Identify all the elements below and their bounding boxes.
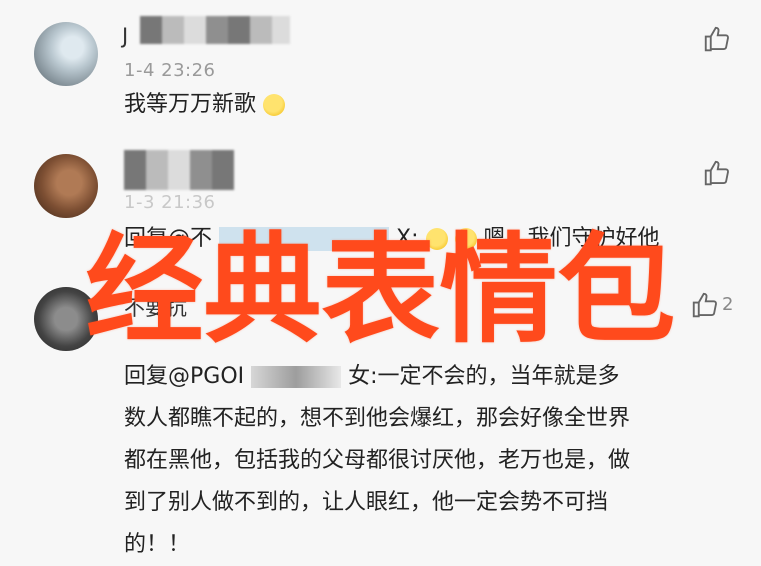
overlay-title: 经典表情包	[85, 221, 676, 359]
blurred-username	[140, 16, 290, 44]
username[interactable]: J	[122, 24, 128, 48]
comment-line: 都在黑他，包括我的父母都很讨厌他，老万也是，做	[124, 448, 631, 473]
avatar[interactable]	[34, 22, 98, 86]
comment-line: 到了别人做不到的，让人眼红，他一定会势不可挡	[124, 490, 609, 515]
thumbs-up-icon[interactable]	[702, 158, 732, 188]
blurred-username	[124, 150, 234, 190]
blurred-mention	[251, 366, 342, 388]
avatar[interactable]	[34, 154, 98, 218]
comment-time: 1-3 21:36	[124, 192, 216, 213]
comment-time: 1-4 23:26	[124, 60, 216, 81]
comment-text: 我等万万新歌	[124, 84, 286, 126]
comment-line: 数人都瞧不起的，想不到他会爆红，那会好像全世界	[124, 406, 631, 431]
comment-reply: 回复@PGOI 女:一定不会的，当年就是多 数人都瞧不起的，想不到他会爆红，那会…	[124, 356, 630, 566]
smile-emoji-icon	[263, 94, 286, 116]
thumbs-up-icon[interactable]	[702, 24, 732, 54]
